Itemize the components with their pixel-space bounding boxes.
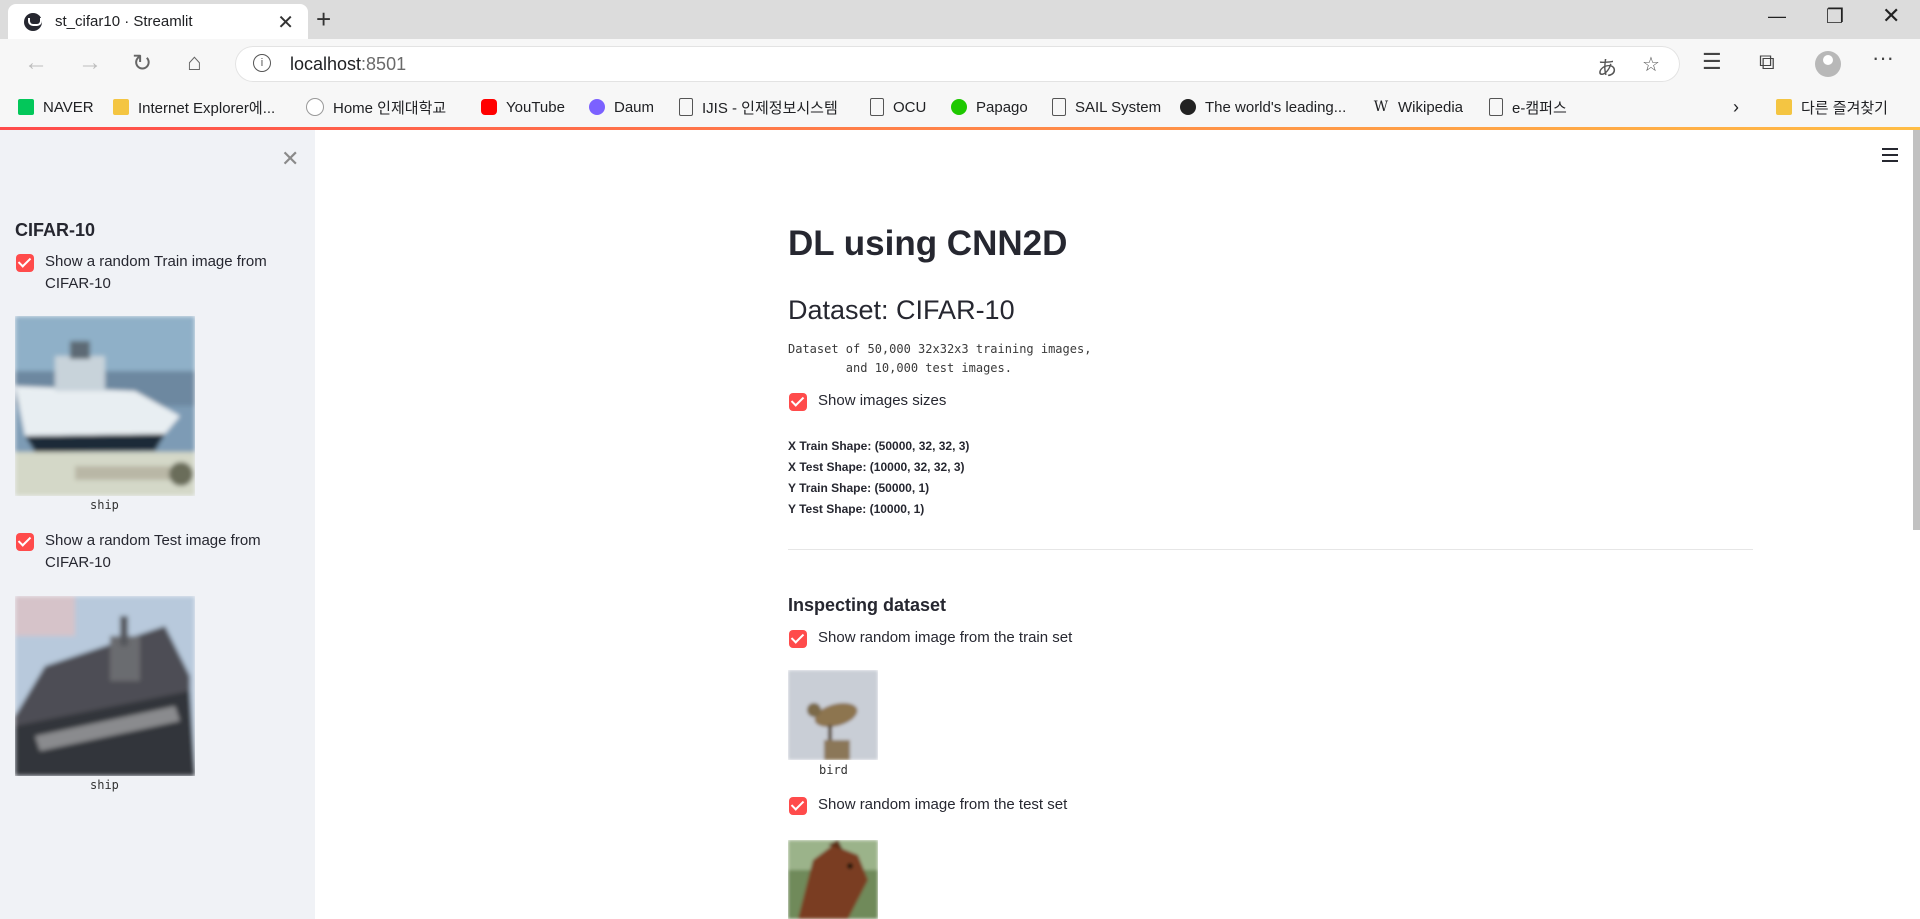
favorites-list-icon[interactable]: ☰ — [1702, 49, 1722, 75]
daum-icon — [589, 99, 605, 115]
train-bird-image — [788, 670, 878, 760]
bookmark-item[interactable]: SAIL System — [1052, 96, 1161, 118]
url-bar[interactable]: i localhost:8501 あ ☆ — [235, 46, 1680, 82]
more-options-icon[interactable]: ··· — [1872, 45, 1894, 71]
train-image-caption: ship — [90, 498, 119, 512]
bookmark-item[interactable]: IJIS - 인제정보시스템 — [679, 96, 838, 118]
browser-tab[interactable]: st_cifar10 · Streamlit ✕ — [8, 4, 308, 39]
papago-icon — [951, 99, 967, 115]
streamlit-favicon-icon — [24, 13, 42, 31]
site-info-icon[interactable]: i — [253, 54, 271, 72]
show-sizes-checkbox[interactable] — [789, 393, 807, 411]
section-divider — [788, 549, 1753, 550]
url-text[interactable]: localhost:8501 — [290, 54, 406, 75]
bookmark-item[interactable]: Daum — [589, 96, 654, 118]
x-train-shape: X Train Shape: (50000, 32, 32, 3) — [788, 439, 970, 453]
bookmark-item[interactable]: Internet Explorer에... — [113, 96, 275, 118]
favorite-star-icon[interactable]: ☆ — [1642, 52, 1660, 77]
globe-icon — [306, 98, 324, 116]
bookmark-item[interactable]: The world's leading... — [1180, 96, 1346, 118]
main-menu-icon[interactable] — [1882, 148, 1898, 162]
page-icon — [1489, 98, 1503, 116]
minimize-icon[interactable]: — — [1768, 6, 1786, 27]
new-tab-icon[interactable]: + — [316, 4, 331, 35]
show-sizes-label[interactable]: Show images sizes — [818, 390, 946, 412]
page-scrollbar[interactable] — [1913, 130, 1920, 530]
folder-icon — [113, 99, 129, 115]
bookmark-item[interactable]: OCU — [870, 96, 926, 118]
sidebar: ✕ CIFAR-10 Show a random Train image fro… — [0, 130, 315, 919]
train-set-caption: bird — [819, 763, 848, 777]
test-image-caption: ship — [90, 778, 119, 792]
page-icon — [679, 98, 693, 116]
train-set-label[interactable]: Show random image from the train set — [818, 627, 1072, 649]
refresh-icon[interactable]: ↻ — [132, 49, 152, 78]
sidebar-close-icon[interactable]: ✕ — [281, 146, 299, 172]
address-bar-row: ← → ↻ ⌂ i localhost:8501 あ ☆ ☰ ⧉ ··· — [0, 39, 1920, 89]
test-set-label[interactable]: Show random image from the test set — [818, 794, 1067, 816]
naver-icon — [18, 99, 34, 115]
forward-icon[interactable]: → — [78, 49, 102, 77]
test-horse-image — [788, 840, 878, 919]
bookmark-item[interactable]: YouTube — [481, 96, 565, 118]
bookmark-item[interactable]: W Wikipedia — [1373, 96, 1463, 118]
train-ship-image — [15, 316, 195, 496]
window-close-icon[interactable]: ✕ — [1882, 3, 1900, 29]
x-test-shape: X Test Shape: (10000, 32, 32, 3) — [788, 460, 965, 474]
bookmark-item[interactable]: e-캠퍼스 — [1489, 96, 1567, 118]
train-image-checkbox-label[interactable]: Show a random Train image from CIFAR-10 — [45, 251, 300, 295]
wikipedia-icon: W — [1373, 99, 1389, 115]
dataset-header: Dataset: CIFAR-10 — [788, 295, 1015, 325]
main-content: DL using CNN2D Dataset: CIFAR-10 Dataset… — [315, 130, 1920, 919]
collections-icon[interactable]: ⧉ — [1759, 49, 1775, 75]
profile-avatar-icon[interactable] — [1815, 51, 1841, 77]
browser-tab-strip: st_cifar10 · Streamlit ✕ + — ❐ ✕ — [0, 0, 1920, 39]
dataset-description: Dataset of 50,000 32x32x3 training image… — [788, 342, 1092, 375]
bookmarks-bar: NAVER Internet Explorer에... Home 인제대학교 Y… — [0, 89, 1920, 128]
restore-icon[interactable]: ❐ — [1826, 4, 1844, 29]
page-title: DL using CNN2D — [788, 224, 1068, 263]
sidebar-title: CIFAR-10 — [15, 220, 96, 240]
test-image-checkbox-label[interactable]: Show a random Test image from CIFAR-10 — [45, 530, 300, 574]
github-icon — [1180, 99, 1196, 115]
train-image-checkbox[interactable] — [16, 254, 34, 272]
test-set-checkbox[interactable] — [789, 797, 807, 815]
back-icon[interactable]: ← — [24, 49, 48, 77]
bookmark-item[interactable]: NAVER — [18, 96, 94, 118]
page-icon — [1052, 98, 1066, 116]
tab-title: st_cifar10 · Streamlit — [55, 13, 193, 30]
youtube-icon — [481, 99, 497, 115]
inspect-header: Inspecting dataset — [788, 595, 947, 615]
home-icon[interactable]: ⌂ — [187, 49, 202, 77]
bookmark-item[interactable]: Papago — [951, 96, 1028, 118]
bookmark-item[interactable]: Home 인제대학교 — [306, 96, 446, 118]
page-icon — [870, 98, 884, 116]
test-image-checkbox[interactable] — [16, 533, 34, 551]
other-bookmarks-folder[interactable]: 다른 즐겨찾기 — [1776, 96, 1888, 118]
translate-icon[interactable]: あ — [1597, 52, 1617, 81]
tab-close-icon[interactable]: ✕ — [277, 10, 294, 35]
test-ship-image — [15, 596, 195, 776]
train-set-checkbox[interactable] — [789, 630, 807, 648]
folder-icon — [1776, 99, 1792, 115]
y-train-shape: Y Train Shape: (50000, 1) — [788, 481, 930, 495]
bookmarks-overflow-chevron-icon[interactable]: › — [1733, 96, 1739, 118]
y-test-shape: Y Test Shape: (10000, 1) — [788, 502, 925, 516]
